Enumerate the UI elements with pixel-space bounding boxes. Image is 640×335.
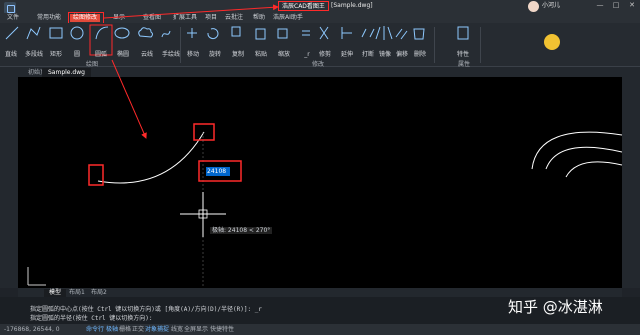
user-avatar[interactable] <box>528 1 539 12</box>
scale-icon <box>277 28 288 39</box>
start-point-highlight <box>88 164 104 186</box>
tool-rectangle[interactable]: 矩形 <box>45 47 67 58</box>
menu-view[interactable]: 查看图 <box>140 14 164 22</box>
drawing-canvas[interactable]: 24108 极轴: 24108 < 270° <box>18 77 622 288</box>
dynamic-input-field[interactable]: 24108 <box>207 168 226 175</box>
ribbon-toolbar: 直线 多段线 矩形 圆 圆弧 椭圆 云线 手绘线 移动 旋转 复制 粘贴 缩放 … <box>0 23 640 68</box>
tab-layout2[interactable]: 布局2 <box>86 289 112 297</box>
tool-polyline[interactable]: 多段线 <box>23 47 45 58</box>
menu-extend-tools[interactable]: 扩展工具 <box>170 14 200 22</box>
menu-common[interactable]: 常用功能 <box>34 14 64 22</box>
tool-copy[interactable]: 复制 <box>227 47 249 58</box>
canvas-drawing <box>27 123 622 288</box>
tab-model[interactable]: 模型 <box>44 289 67 297</box>
tool-arc[interactable]: 圆弧 <box>90 47 112 58</box>
window-controls: — □ ✕ <box>596 1 636 9</box>
other-icon <box>302 30 310 36</box>
maximize-button[interactable]: □ <box>612 1 620 9</box>
line-icon <box>5 26 19 40</box>
status-command-line[interactable]: 命令行 <box>84 325 106 334</box>
cloud-icon <box>138 27 153 38</box>
document-title: [Sample.dwg] <box>331 2 373 9</box>
properties-icon <box>457 26 469 40</box>
copy-icon <box>231 26 241 37</box>
left-panel <box>0 77 18 288</box>
watermark-text: 知乎 @冰湛淋 <box>508 298 603 316</box>
cad-app-window: 浩辰CAD看图王 [Sample.dwg] 小河儿 — □ ✕ 文件 常用功能 … <box>0 0 640 335</box>
tool-trim[interactable]: 修剪 <box>314 47 336 58</box>
tool-cloud[interactable]: 云线 <box>136 47 158 58</box>
rotate-icon <box>207 28 219 40</box>
tool-freehand[interactable]: 手绘线 <box>160 47 182 58</box>
close-button[interactable]: ✕ <box>628 1 636 9</box>
ribbon-separator <box>480 27 481 63</box>
break-icon <box>361 28 375 38</box>
right-panel <box>622 77 640 288</box>
tool-move[interactable]: 移动 <box>182 47 204 58</box>
menu-help[interactable]: 帮助 <box>250 14 268 22</box>
ribbon-separator <box>180 27 181 63</box>
circle-icon <box>70 26 84 40</box>
document-tabs: 初始页 Sample.dwg <box>0 67 640 77</box>
tool-rotate[interactable]: 旋转 <box>204 47 226 58</box>
delete-icon <box>413 28 425 40</box>
menu-display[interactable]: 显示 <box>110 14 128 22</box>
menu-project[interactable]: 项目 <box>202 14 220 22</box>
command-prompt-line[interactable]: 指定圆弧的半径(按住 Ctrl 键以切换方向): <box>30 313 153 322</box>
trim-icon <box>319 26 329 40</box>
arc-entity <box>97 131 205 184</box>
tool-extend[interactable]: 延伸 <box>336 47 358 58</box>
tool-scale[interactable]: 缩放 <box>273 47 295 58</box>
tab-sample-dwg[interactable]: Sample.dwg <box>42 68 91 77</box>
tool-circle[interactable]: 圆 <box>66 47 88 58</box>
status-bar: -176868, 26544, 0 命令行 极轴 栅格 正交 对象捕捉 线宽 全… <box>0 324 640 335</box>
tool-line[interactable]: 直线 <box>0 47 22 58</box>
arc-entity-right-3 <box>565 161 622 178</box>
rectangle-icon <box>49 27 63 39</box>
freehand-icon <box>161 30 171 38</box>
ellipse-icon <box>114 27 130 39</box>
menu-cloud-annotation[interactable]: 云批注 <box>222 14 246 22</box>
arc-entity-right-2 <box>531 131 622 170</box>
polyline-icon <box>26 26 41 40</box>
polar-tooltip: 极轴: 24108 < 270° <box>210 227 273 234</box>
minimize-button[interactable]: — <box>596 1 604 9</box>
paste-icon <box>255 28 266 40</box>
status-object-snap[interactable]: 对象捕捉 <box>143 325 171 334</box>
tool-delete[interactable]: 删除 <box>409 47 431 58</box>
coordinate-readout: -176868, 26544, 0 <box>4 326 60 333</box>
arc-entity-right-1 <box>545 146 622 170</box>
menu-file[interactable]: 文件 <box>4 14 22 22</box>
tool-ellipse[interactable]: 椭圆 <box>112 47 134 58</box>
user-name[interactable]: 小河儿 <box>542 2 560 10</box>
offset-icon <box>395 28 408 40</box>
extend-icon <box>341 27 352 39</box>
app-title: 浩辰CAD看图王 <box>278 1 329 11</box>
tool-paste[interactable]: 粘贴 <box>250 47 272 58</box>
menu-ai-assistant[interactable]: 浩辰AI助手 <box>270 14 306 22</box>
ribbon-separator <box>434 27 435 63</box>
mirror-icon <box>375 26 393 40</box>
command-history-line: 指定圆弧的中心点(按住 Ctrl 键以切换方向)或 [角度(A)/方向(D)/半… <box>30 306 262 313</box>
arc-icon <box>95 26 109 40</box>
status-fullscreen[interactable]: 全屏显示 <box>182 325 210 334</box>
move-icon <box>187 28 197 38</box>
tool-properties[interactable]: 特性 <box>452 47 474 58</box>
membership-badge-icon[interactable] <box>544 34 560 50</box>
status-quick-properties[interactable]: 快捷特性 <box>208 325 236 334</box>
